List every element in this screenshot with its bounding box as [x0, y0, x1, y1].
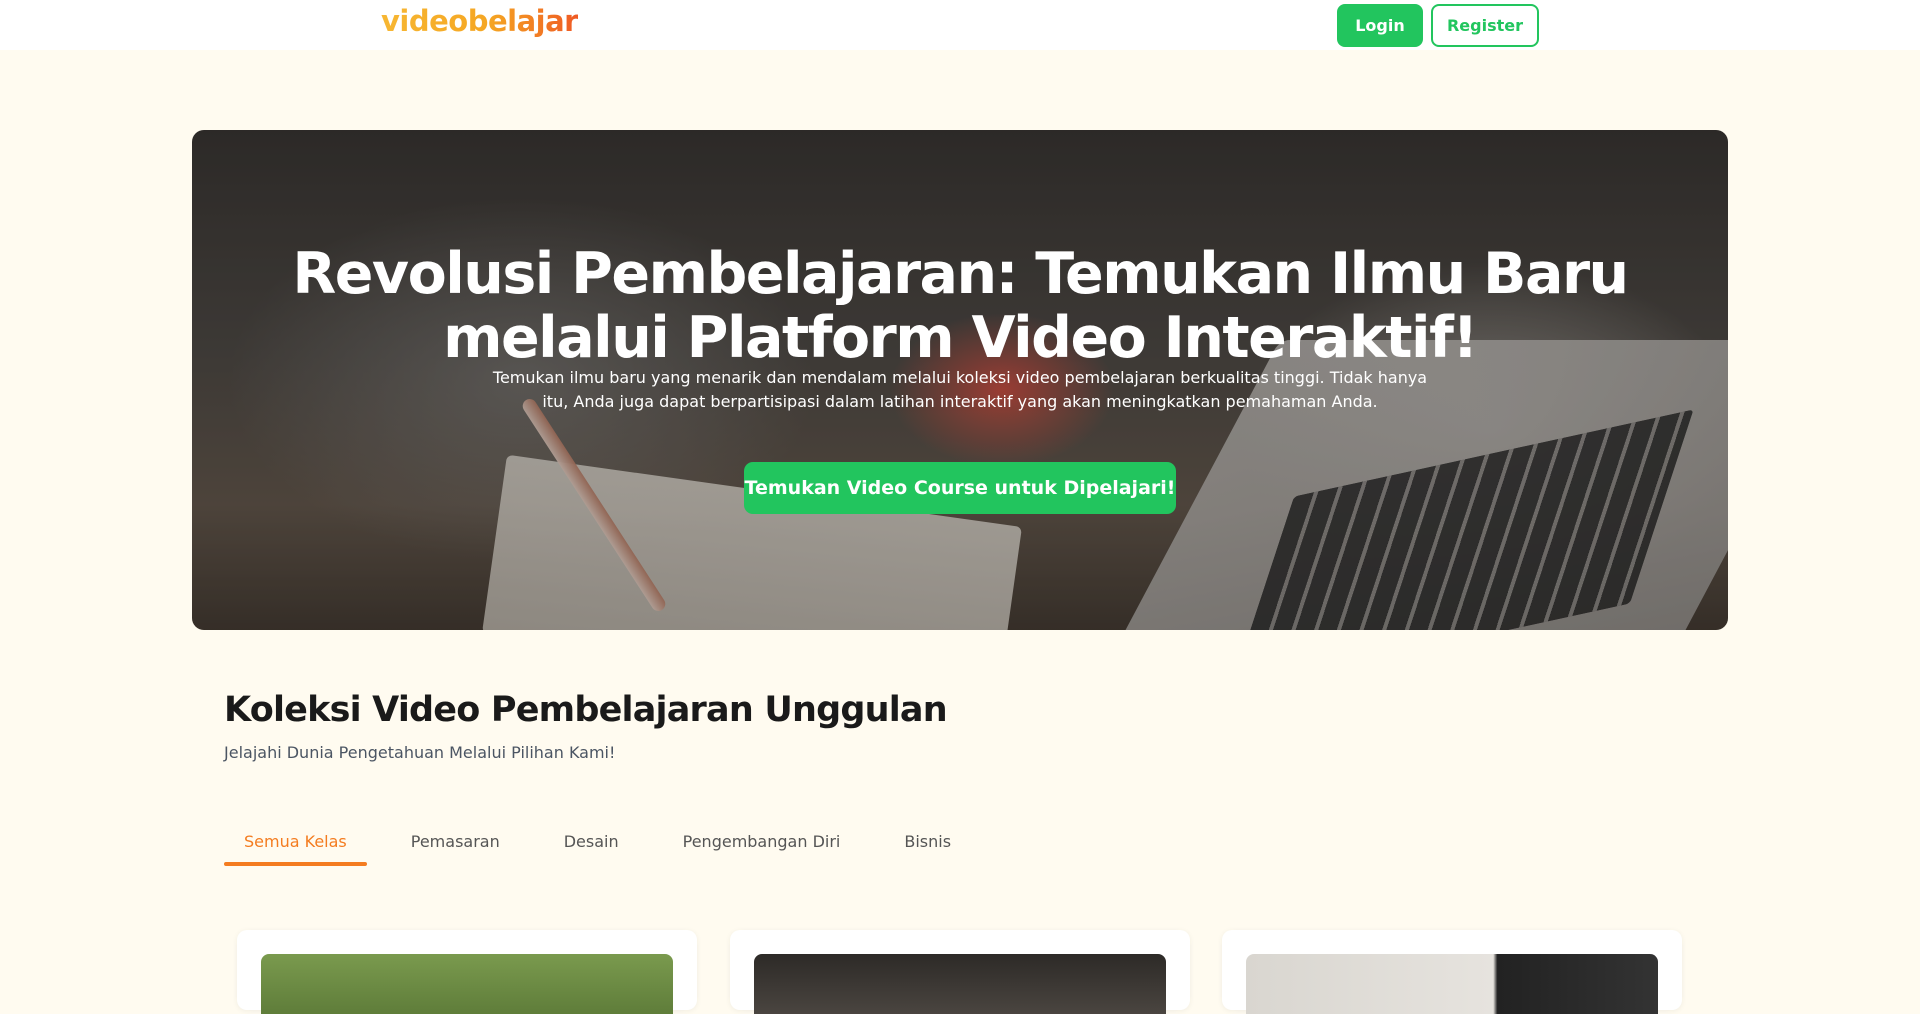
section-title: Koleksi Video Pembelajaran Unggulan: [224, 690, 948, 730]
course-card[interactable]: [1222, 930, 1682, 1014]
register-button[interactable]: Register: [1431, 4, 1539, 47]
course-thumbnail: [261, 954, 673, 1014]
course-card[interactable]: [730, 930, 1190, 1014]
course-thumbnail: [1246, 954, 1658, 1014]
login-button[interactable]: Login: [1337, 4, 1423, 47]
course-card[interactable]: [237, 930, 697, 1014]
tab-bisnis[interactable]: Bisnis: [884, 820, 971, 866]
find-course-button[interactable]: Temukan Video Course untuk Dipelajari!: [744, 462, 1176, 514]
hero-title: Revolusi Pembelajaran: Temukan Ilmu Baru…: [292, 241, 1629, 371]
tab-semua-kelas[interactable]: Semua Kelas: [224, 820, 367, 866]
top-navbar: videobelajar Login Register: [0, 0, 1920, 50]
category-tabs: Semua Kelas Pemasaran Desain Pengembanga…: [224, 820, 995, 866]
section-subtitle: Jelajahi Dunia Pengetahuan Melalui Pilih…: [224, 743, 616, 762]
tab-pemasaran[interactable]: Pemasaran: [391, 820, 520, 866]
hero-banner: Revolusi Pembelajaran: Temukan Ilmu Baru…: [192, 130, 1728, 630]
logo[interactable]: videobelajar: [381, 4, 578, 38]
tab-desain[interactable]: Desain: [544, 820, 639, 866]
course-thumbnail: [754, 954, 1166, 1014]
tab-pengembangan-diri[interactable]: Pengembangan Diri: [663, 820, 861, 866]
hero-description: Temukan ilmu baru yang menarik dan menda…: [492, 368, 1428, 411]
